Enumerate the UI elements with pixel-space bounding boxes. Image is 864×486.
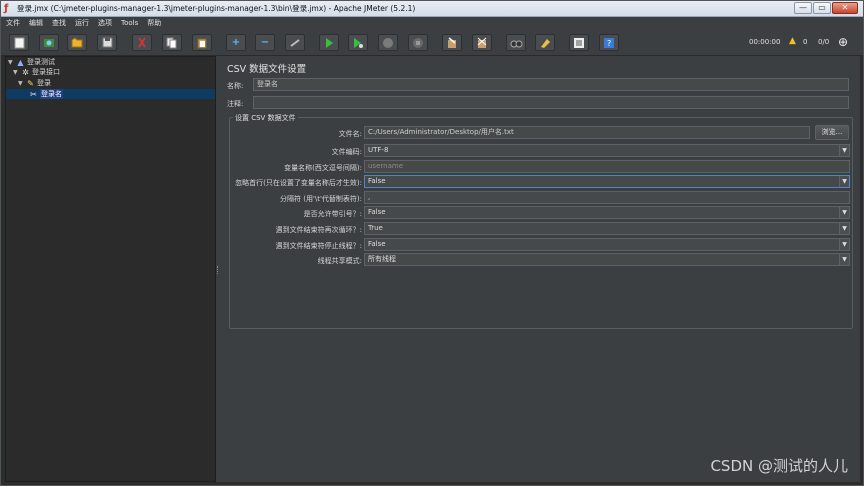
expand-all-icon[interactable]: + xyxy=(226,34,246,51)
dropdown-arrow-icon[interactable]: ▼ xyxy=(839,207,849,218)
clear-all-icon[interactable] xyxy=(472,34,492,51)
close-button[interactable]: ✕ xyxy=(832,2,858,14)
window-controls: — ▭ ✕ xyxy=(794,2,858,14)
search-icon[interactable] xyxy=(506,34,526,51)
sharing-mode-label: 线程共享模式: xyxy=(317,257,362,265)
stop-thread-on-eof-label: 遇到文件结束符停止线程？: xyxy=(275,242,362,250)
allow-quoted-select[interactable]: False ▼ xyxy=(364,206,850,219)
delimiter-label: 分隔符 (用'\t'代替制表符): xyxy=(280,195,362,203)
tree-node-label: 登录 xyxy=(37,79,51,87)
tree-node-label: 登录测试 xyxy=(27,58,55,66)
variable-names-label: 变量名称(西文逗号间隔): xyxy=(284,164,362,172)
stop-thread-on-eof-select[interactable]: False ▼ xyxy=(364,238,850,251)
test-plan-tree: ▼ ▲ 登录测试 ▼ ✲ 登录接口 ▼ ✎ 登录 ✂ 登录名 xyxy=(5,56,216,482)
window-title-bar: ƒ 登录.jmx (C:\jmeter-plugins-manager-1.3\… xyxy=(0,0,864,17)
allow-quoted-label: 是否允许带引号？: xyxy=(303,210,362,218)
delimiter-field[interactable]: , xyxy=(364,191,850,204)
svg-text:?: ? xyxy=(607,39,611,48)
pen-icon: ✎ xyxy=(27,78,34,88)
tree-node-label: 登录接口 xyxy=(32,68,60,76)
csv-settings-group-title: 设置 CSV 数据文件 xyxy=(233,113,298,123)
templates-icon[interactable] xyxy=(39,34,59,51)
tree-node-thread-group[interactable]: ▼ ✲ 登录接口 xyxy=(13,67,60,77)
file-encoding-label: 文件编码: xyxy=(331,148,362,156)
file-encoding-select[interactable]: UTF-8 ▼ xyxy=(364,144,850,157)
sharing-mode-select[interactable]: 所有线程 ▼ xyxy=(364,253,850,266)
warning-count: 0 xyxy=(803,38,808,46)
dropdown-arrow-icon[interactable]: ▼ xyxy=(839,239,849,250)
paste-icon[interactable] xyxy=(192,34,212,51)
name-field[interactable]: 登录名 xyxy=(253,78,849,91)
recycle-on-eof-select[interactable]: True ▼ xyxy=(364,222,850,235)
tree-node-test-plan[interactable]: ▼ ▲ 登录测试 xyxy=(8,57,55,67)
collapse-all-icon[interactable]: − xyxy=(255,34,275,51)
tree-node-csv-config[interactable]: ✂ 登录名 xyxy=(29,89,63,99)
start-no-pauses-icon[interactable] xyxy=(348,34,368,51)
toggle-icon[interactable] xyxy=(285,34,305,51)
menu-file[interactable]: 文件 xyxy=(6,17,20,29)
toolbar: + − ? 00:00:00 ▲ 0 0/0 ⊕ xyxy=(0,29,864,56)
jmeter-feather-icon: ƒ xyxy=(4,3,9,14)
help-icon[interactable]: ? xyxy=(599,34,619,51)
minimize-button[interactable]: — xyxy=(794,2,812,14)
menu-options[interactable]: 选项 xyxy=(98,17,112,29)
remote-icon[interactable]: ⊕ xyxy=(838,35,848,49)
function-helper-icon[interactable] xyxy=(569,34,589,51)
gear-icon: ✲ xyxy=(22,67,29,77)
maximize-button[interactable]: ▭ xyxy=(813,2,831,14)
shutdown-icon[interactable] xyxy=(408,34,428,51)
allow-quoted-value: False xyxy=(368,208,386,216)
variable-names-field[interactable]: username xyxy=(364,160,850,173)
stop-icon[interactable] xyxy=(378,34,398,51)
panel-title: CSV 数据文件设置 xyxy=(227,64,307,75)
warning-icon[interactable]: ▲ xyxy=(789,36,796,46)
menu-search[interactable]: 查找 xyxy=(52,17,66,29)
ignore-first-line-label: 忽略首行(只在设置了变量名称后才生效): xyxy=(235,179,362,187)
active-threads: 0/0 xyxy=(818,38,830,46)
filename-field[interactable]: C:/Users/Administrator/Desktop/用户名.txt xyxy=(364,126,810,139)
dropdown-arrow-icon[interactable]: ▼ xyxy=(839,254,849,265)
recycle-on-eof-value: True xyxy=(368,224,383,232)
name-label: 名称: xyxy=(227,82,244,90)
csv-config-panel: CSV 数据文件设置 名称: 登录名 注释: 设置 CSV 数据文件 文件名: … xyxy=(221,56,860,482)
menu-edit[interactable]: 编辑 xyxy=(29,17,43,29)
menu-bar: 文件 编辑 查找 运行 选项 Tools 帮助 xyxy=(0,17,864,29)
recycle-on-eof-label: 遇到文件结束符再次循环？: xyxy=(275,226,362,234)
splitter-grip[interactable] xyxy=(217,266,219,274)
elapsed-timer: 00:00:00 xyxy=(749,38,781,46)
dropdown-arrow-icon[interactable]: ▼ xyxy=(839,176,849,187)
dropdown-arrow-icon[interactable]: ▼ xyxy=(839,223,849,234)
stop-thread-on-eof-value: False xyxy=(368,240,386,248)
dropdown-arrow-icon[interactable]: ▼ xyxy=(839,145,849,156)
menu-run[interactable]: 运行 xyxy=(75,17,89,29)
ignore-first-line-select[interactable]: False ▼ xyxy=(364,175,850,188)
new-icon[interactable] xyxy=(9,34,29,51)
window-title: 登录.jmx (C:\jmeter-plugins-manager-1.3\jm… xyxy=(17,4,416,13)
menu-help[interactable]: 帮助 xyxy=(147,17,161,29)
watermark: CSDN @测试的人儿 xyxy=(710,457,848,475)
save-icon[interactable] xyxy=(97,34,117,51)
scissors-icon: ✂ xyxy=(30,89,37,99)
sharing-mode-value: 所有线程 xyxy=(368,255,396,263)
browse-button[interactable]: 浏览... xyxy=(815,125,849,140)
collapse-arrow-icon[interactable]: ▼ xyxy=(18,80,24,87)
reset-search-icon[interactable] xyxy=(535,34,555,51)
ignore-first-line-value: False xyxy=(368,177,386,185)
clear-icon[interactable] xyxy=(442,34,462,51)
file-encoding-value: UTF-8 xyxy=(368,146,389,154)
tree-node-label: 登录名 xyxy=(40,89,63,99)
comment-field[interactable] xyxy=(253,96,849,109)
collapse-arrow-icon[interactable]: ▼ xyxy=(8,59,14,66)
open-icon[interactable] xyxy=(67,34,87,51)
filename-label: 文件名: xyxy=(338,130,362,138)
flask-icon: ▲ xyxy=(17,57,24,67)
comment-label: 注释: xyxy=(227,100,244,108)
menu-tools[interactable]: Tools xyxy=(121,17,138,29)
tree-node-sampler[interactable]: ▼ ✎ 登录 xyxy=(18,78,51,88)
start-icon[interactable] xyxy=(319,34,339,51)
collapse-arrow-icon[interactable]: ▼ xyxy=(13,69,19,76)
copy-icon[interactable] xyxy=(162,34,182,51)
cut-icon[interactable] xyxy=(132,34,152,51)
